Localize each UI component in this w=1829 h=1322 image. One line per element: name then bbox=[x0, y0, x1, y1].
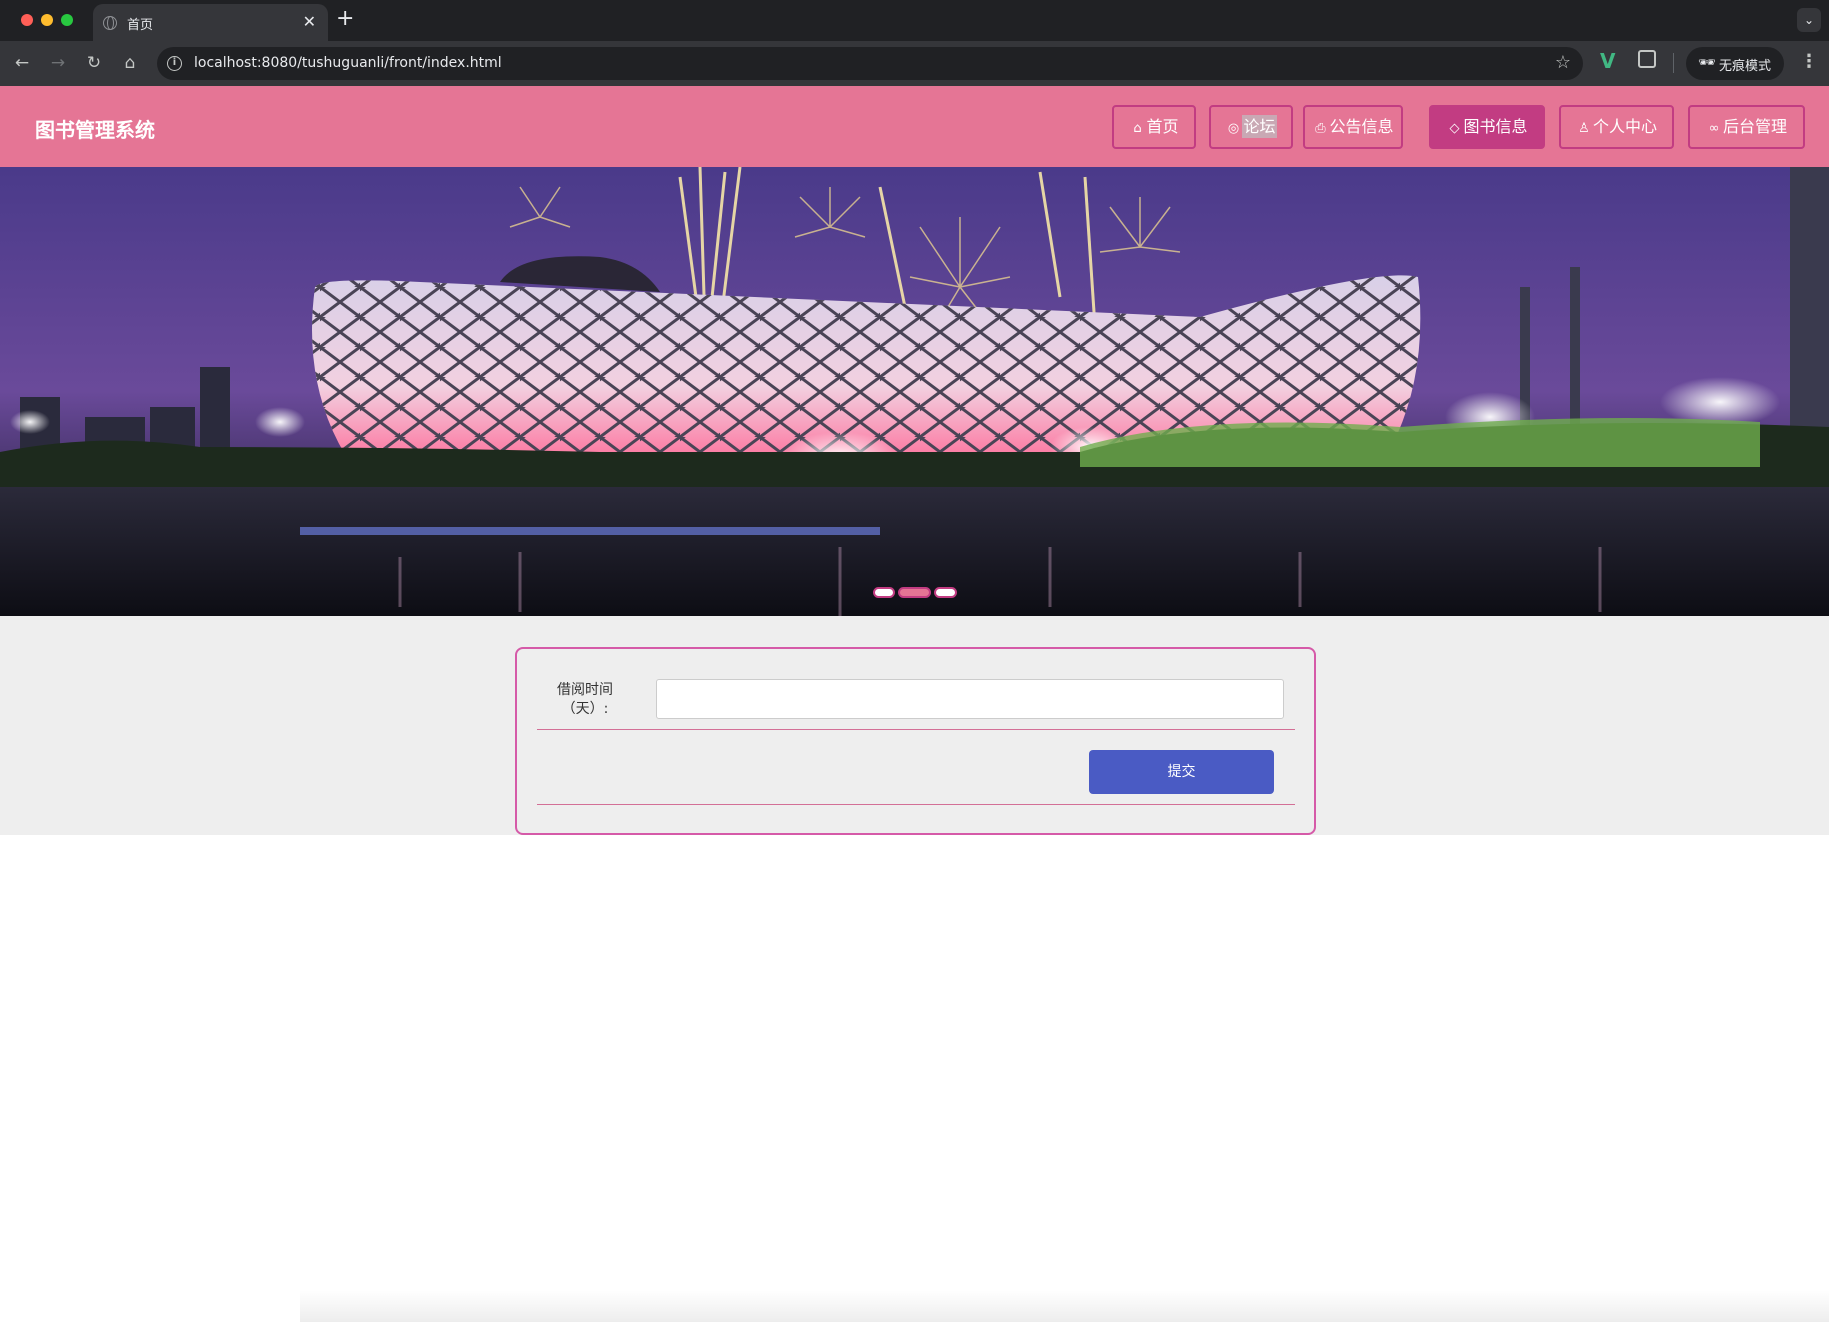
vue-devtools-icon[interactable]: V bbox=[1600, 49, 1615, 73]
nav-forum[interactable]: ◎ 论坛 bbox=[1209, 105, 1293, 149]
back-icon[interactable]: ← bbox=[10, 51, 34, 75]
browser-toolbar: ← → ↻ ⌂ i localhost:8080/tushuguanli/fro… bbox=[0, 41, 1829, 86]
borrow-days-label: 借阅时间 （天）: bbox=[545, 681, 625, 719]
printer-icon: ⎙ bbox=[1315, 121, 1326, 136]
home-icon: ⌂ bbox=[1133, 121, 1142, 136]
form-divider bbox=[537, 804, 1295, 805]
nav-books[interactable]: ◇ 图书信息 bbox=[1429, 105, 1545, 149]
site-header: 图书管理系统 ⌂ 首页 ◎ 论坛 ⎙ 公告信息 ◇ 图书信息 ♙ 个人中心 ∞ 后台管理 bbox=[0, 86, 1829, 167]
nav-admin-label: 后台管理 bbox=[1722, 117, 1787, 136]
browser-tab[interactable]: 首页 ✕ bbox=[93, 4, 328, 41]
form-divider bbox=[537, 729, 1295, 730]
page-bottom-shadow bbox=[300, 1290, 1829, 1322]
borrow-days-input[interactable] bbox=[656, 679, 1284, 719]
browser-tab-bar: 首页 ✕ + ⌄ bbox=[0, 0, 1829, 41]
info-icon[interactable]: i bbox=[167, 56, 182, 71]
banner-carousel[interactable] bbox=[0, 167, 1829, 616]
new-tab-button[interactable]: + bbox=[336, 6, 354, 31]
home-icon[interactable]: ⌂ bbox=[118, 51, 142, 75]
address-bar[interactable]: i localhost:8080/tushuguanli/front/index… bbox=[157, 47, 1583, 80]
user-icon: ♙ bbox=[1578, 121, 1590, 136]
minimize-window-button[interactable] bbox=[41, 14, 53, 26]
nav-profile-label: 个人中心 bbox=[1592, 117, 1657, 136]
puzzle-icon[interactable] bbox=[1638, 50, 1656, 68]
nav-announcements[interactable]: ⎙ 公告信息 bbox=[1303, 105, 1403, 149]
star-icon[interactable]: ☆ bbox=[1555, 52, 1571, 73]
close-window-button[interactable] bbox=[21, 14, 33, 26]
incognito-badge[interactable]: 🕶 无痕模式 bbox=[1686, 47, 1784, 80]
incognito-label: 无痕模式 bbox=[1719, 59, 1772, 74]
globe-icon bbox=[103, 16, 117, 30]
chevron-down-icon[interactable]: ⌄ bbox=[1797, 8, 1821, 32]
toolbar-divider bbox=[1673, 53, 1674, 73]
incognito-icon: 🕶 bbox=[1698, 55, 1716, 71]
borrow-form: 借阅时间 （天）: 提交 bbox=[515, 647, 1316, 835]
borrow-days-label-line1: 借阅时间 bbox=[557, 682, 613, 698]
nav-admin[interactable]: ∞ 后台管理 bbox=[1688, 105, 1805, 149]
nav-books-label: 图书信息 bbox=[1463, 117, 1528, 136]
url-text[interactable]: localhost:8080/tushuguanli/front/index.h… bbox=[194, 55, 502, 71]
nav-forum-label: 论坛 bbox=[1242, 115, 1277, 138]
nav-announcements-label: 公告信息 bbox=[1329, 117, 1394, 136]
reload-icon[interactable]: ↻ bbox=[82, 51, 106, 75]
forward-icon[interactable]: → bbox=[46, 51, 70, 75]
maximize-window-button[interactable] bbox=[61, 14, 73, 26]
site-title: 图书管理系统 bbox=[35, 118, 155, 142]
tab-title: 首页 bbox=[127, 18, 154, 33]
globe-icon: ◎ bbox=[1227, 121, 1240, 136]
borrow-days-label-line2: （天）: bbox=[561, 701, 609, 717]
kebab-menu-icon[interactable]: ⋮ bbox=[1800, 51, 1818, 72]
carousel-dot-3[interactable] bbox=[934, 587, 957, 598]
carousel-dot-2[interactable] bbox=[898, 587, 931, 598]
nav-home-label: 首页 bbox=[1146, 117, 1179, 136]
nav-home[interactable]: ⌂ 首页 bbox=[1112, 105, 1196, 149]
submit-button[interactable]: 提交 bbox=[1089, 750, 1274, 794]
carousel-dot-1[interactable] bbox=[873, 587, 895, 598]
tab-close-icon[interactable]: ✕ bbox=[303, 12, 316, 31]
nav-profile[interactable]: ♙ 个人中心 bbox=[1559, 105, 1674, 149]
link-icon: ∞ bbox=[1708, 121, 1720, 136]
tag-icon: ◇ bbox=[1449, 121, 1460, 136]
banner-image bbox=[0, 167, 1829, 616]
